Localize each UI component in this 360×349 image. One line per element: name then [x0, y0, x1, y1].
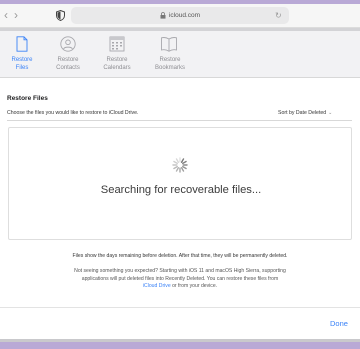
sort-dropdown[interactable]: Sort by Date Deleted ⌄ — [278, 110, 333, 116]
tab-label: Restore Bookmarks — [154, 57, 185, 71]
instructions-text: Choose the files you would like to resto… — [7, 110, 139, 116]
contacts-icon — [60, 36, 76, 52]
chevron-left-icon[interactable]: ‹ — [4, 8, 8, 22]
browser-toolbar: ‹ › icloud.com ↻ — [0, 4, 360, 28]
help-note: Not seeing something you expected? Start… — [30, 268, 330, 291]
file-list: Searching for recoverable files... — [8, 127, 352, 240]
footer-divider — [0, 307, 360, 308]
spinner-spoke — [182, 165, 187, 170]
privacy-shield-icon[interactable] — [56, 10, 65, 21]
page-title: Restore Files — [7, 95, 48, 102]
days-remaining-note: Files show the days remaining before del… — [72, 253, 288, 259]
spinner-spoke — [180, 158, 185, 163]
restore-tabs: Restore Files Restore Contacts Restore Cale… — [0, 31, 360, 78]
spinner-spoke — [180, 167, 185, 172]
tab-restore-contacts[interactable]: Restore Contacts — [48, 31, 88, 78]
help-line: iCloud Drive or from your device. — [142, 283, 218, 289]
tab-restore-files[interactable]: Restore Files — [2, 31, 42, 78]
spinner-spoke — [182, 160, 187, 165]
address-bar[interactable]: icloud.com — [71, 7, 289, 24]
loading-spinner-icon — [172, 157, 188, 173]
spinner-spoke — [173, 165, 178, 170]
tab-restore-calendars[interactable]: Restore Calendars — [97, 31, 137, 78]
tab-label: Restore Files — [11, 57, 33, 71]
tab-label: Restore Contacts — [56, 57, 80, 71]
spinner-spoke — [175, 167, 180, 172]
book-icon — [161, 37, 177, 52]
help-line: Not seeing something you expected? Start… — [74, 268, 286, 274]
sort-label: Sort by Date Deleted — [278, 110, 327, 116]
status-text: Searching for recoverable files... — [100, 184, 262, 196]
document-icon — [16, 36, 28, 52]
url-text: icloud.com — [168, 12, 201, 19]
done-button[interactable]: Done — [330, 319, 348, 328]
help-line: applications will put deleted files into… — [81, 275, 279, 282]
chevron-right-icon[interactable]: › — [14, 8, 18, 22]
divider — [7, 120, 352, 121]
calendar-icon — [109, 36, 125, 52]
tab-restore-bookmarks[interactable]: Restore Bookmarks — [149, 31, 189, 78]
chevron-down-icon: ⌄ — [328, 110, 333, 116]
spinner-spoke — [173, 160, 178, 165]
spinner-spoke — [175, 158, 180, 163]
lock-icon — [160, 12, 166, 19]
desktop-background-bottom — [0, 342, 360, 349]
icloud-drive-link[interactable]: iCloud Drive — [143, 283, 171, 289]
reload-icon[interactable]: ↻ — [275, 11, 282, 20]
tab-label: Restore Calendars — [103, 57, 131, 71]
